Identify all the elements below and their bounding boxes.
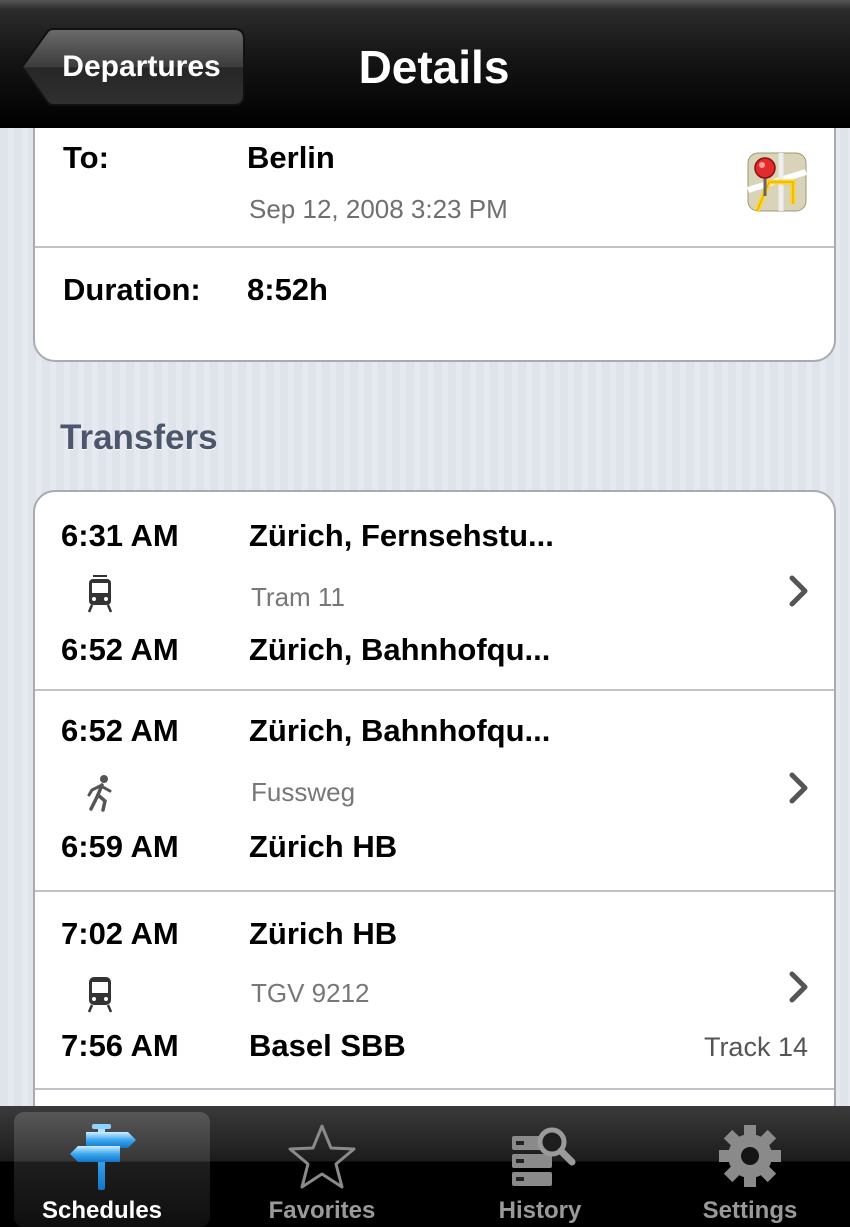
tab-bar: Schedules Favorites History Settings (0, 1106, 850, 1227)
walk-icon (87, 775, 112, 812)
gear-icon (719, 1125, 781, 1187)
star-icon (288, 1124, 356, 1189)
departure-station: Zürich HB (249, 916, 398, 951)
duration-label: Duration: (63, 272, 201, 307)
transfer-row[interactable]: 6:31 AM Zürich, Fernsehstu... Tram 11 6:… (35, 492, 834, 689)
trip-summary-group: To: Berlin Sep 12, 2008 3:23 PM Duration… (33, 128, 836, 362)
duration-value: 8:52h (247, 272, 328, 307)
to-label: To: (63, 140, 109, 175)
navigation-bar: Departures Details (0, 0, 850, 128)
departure-station: Zürich, Bahnhofqu... (249, 713, 551, 748)
track-label: Track 14 (703, 1032, 808, 1062)
chevron-right-icon (789, 772, 808, 804)
to-station: Berlin (247, 140, 335, 175)
page-title: Details (358, 41, 510, 93)
signpost-icon (70, 1124, 136, 1190)
chevron-right-icon (789, 971, 808, 1003)
arrival-time: 6:59 AM (61, 829, 179, 864)
transfer-row[interactable]: 6:52 AM Zürich, Bahnhofqu... Fussweg 6:5… (35, 691, 834, 890)
transfers-group: 6:31 AM Zürich, Fernsehstu... Tram 11 6:… (33, 490, 836, 1106)
transfer-row[interactable]: 7:02 AM Zürich HB TGV 9212 7:56 AM Basel… (35, 892, 834, 1088)
duration-row: Duration: 8:52h (35, 248, 834, 360)
arrival-station: Basel SBB (249, 1028, 406, 1063)
departure-station: Zürich, Fernsehstu... (249, 518, 554, 553)
tab-settings[interactable]: Settings (650, 1106, 850, 1227)
arrival-time: 7:56 AM (61, 1028, 179, 1063)
back-button-label: Departures (62, 50, 221, 83)
departure-time: 6:31 AM (61, 518, 179, 553)
tab-history[interactable]: History (440, 1106, 640, 1227)
tab-schedules[interactable]: Schedules (2, 1106, 210, 1227)
back-button[interactable]: Departures (20, 28, 245, 106)
train-icon (87, 977, 113, 1013)
arrival-station: Zürich, Bahnhofqu... (249, 632, 551, 667)
transfers-header: Transfers (60, 418, 218, 457)
tram-icon (87, 575, 113, 613)
scroll-content[interactable]: To: Berlin Sep 12, 2008 3:23 PM Duration… (0, 128, 850, 1106)
to-datetime: Sep 12, 2008 3:23 PM (249, 194, 508, 224)
arrival-time: 6:52 AM (61, 632, 179, 667)
tab-label: History (498, 1197, 582, 1224)
divider (35, 1088, 834, 1090)
line-name: TGV 9212 (251, 978, 370, 1008)
line-name: Tram 11 (251, 582, 345, 612)
arrival-station: Zürich HB (249, 829, 398, 864)
chevron-right-icon (789, 575, 808, 607)
map-icon[interactable] (747, 152, 807, 212)
departure-time: 7:02 AM (61, 916, 179, 951)
to-row: To: Berlin Sep 12, 2008 3:23 PM (35, 128, 834, 246)
tab-favorites[interactable]: Favorites (222, 1106, 422, 1227)
tab-label: Schedules (41, 1197, 163, 1224)
departure-time: 6:52 AM (61, 713, 179, 748)
line-name: Fussweg (251, 777, 356, 807)
history-icon (512, 1127, 576, 1186)
tab-label: Settings (702, 1197, 798, 1224)
tab-label: Favorites (268, 1197, 376, 1224)
